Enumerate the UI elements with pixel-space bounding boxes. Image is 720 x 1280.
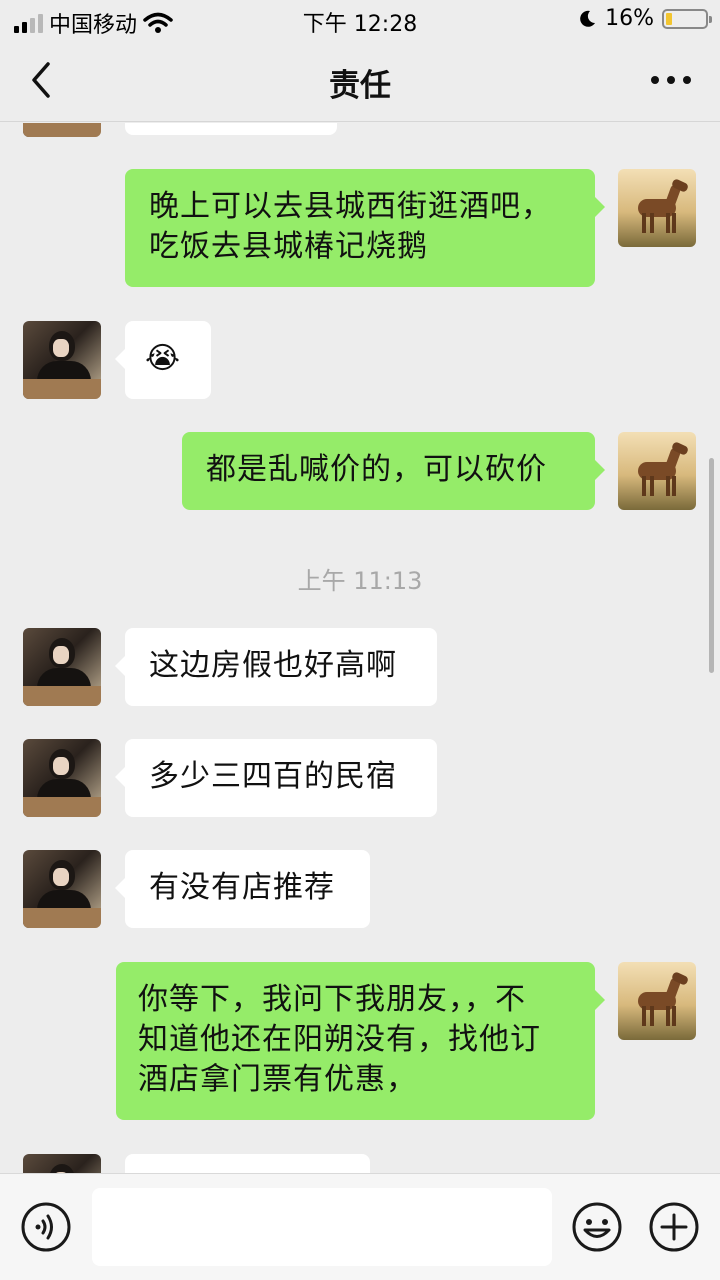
emoji-icon[interactable] <box>571 1201 623 1253</box>
message-bubble-out[interactable]: 你等下，我问下我朋友，，不 知道他还在阳朔没有，找他订 酒店拿门票有优惠， <box>116 962 605 1120</box>
chat-title: 责任 <box>329 68 391 104</box>
status-right: 16% <box>577 6 712 31</box>
voice-icon[interactable] <box>20 1201 72 1253</box>
message-bubble-in[interactable]: 😭 <box>115 321 211 399</box>
message-input[interactable] <box>92 1188 552 1266</box>
input-bar <box>0 1173 720 1280</box>
contact-avatar[interactable] <box>23 123 101 137</box>
status-bar: 中国移动 下午 12:28 16% <box>0 0 720 40</box>
contact-avatar[interactable] <box>23 628 101 706</box>
message-bubble-partial[interactable] <box>125 1154 370 1173</box>
message-list[interactable]: 晚上可以去县城西街逛酒吧， 吃饭去县城椿记烧鹅 😭 都是乱喊价的，可以砍价 上午… <box>0 123 720 1173</box>
message-bubble-in[interactable]: 这边房假也好高啊 <box>115 628 437 706</box>
scrollbar[interactable] <box>709 458 714 673</box>
more-dots-icon[interactable] <box>646 62 696 98</box>
my-avatar[interactable] <box>618 432 696 510</box>
message-bubble-partial[interactable] <box>125 123 337 135</box>
message-bubble-in[interactable]: 多少三四百的民宿 <box>115 739 437 817</box>
contact-avatar[interactable] <box>23 850 101 928</box>
contact-avatar[interactable] <box>23 321 101 399</box>
my-avatar[interactable] <box>618 962 696 1040</box>
moon-icon <box>580 10 596 27</box>
plus-icon[interactable] <box>648 1201 700 1253</box>
battery-percent: 16% <box>605 6 654 31</box>
contact-avatar[interactable] <box>23 1154 101 1173</box>
message-bubble-in[interactable]: 有没有店推荐 <box>115 850 370 928</box>
message-bubble-out[interactable]: 都是乱喊价的，可以砍价 <box>182 432 605 510</box>
contact-avatar[interactable] <box>23 739 101 817</box>
message-bubble-out[interactable]: 晚上可以去县城西街逛酒吧， 吃饭去县城椿记烧鹅 <box>125 169 605 287</box>
battery-icon <box>662 8 712 29</box>
my-avatar[interactable] <box>618 169 696 247</box>
chat-timestamp: 上午 11:13 <box>297 567 423 595</box>
chat-header: 责任 <box>0 40 720 122</box>
